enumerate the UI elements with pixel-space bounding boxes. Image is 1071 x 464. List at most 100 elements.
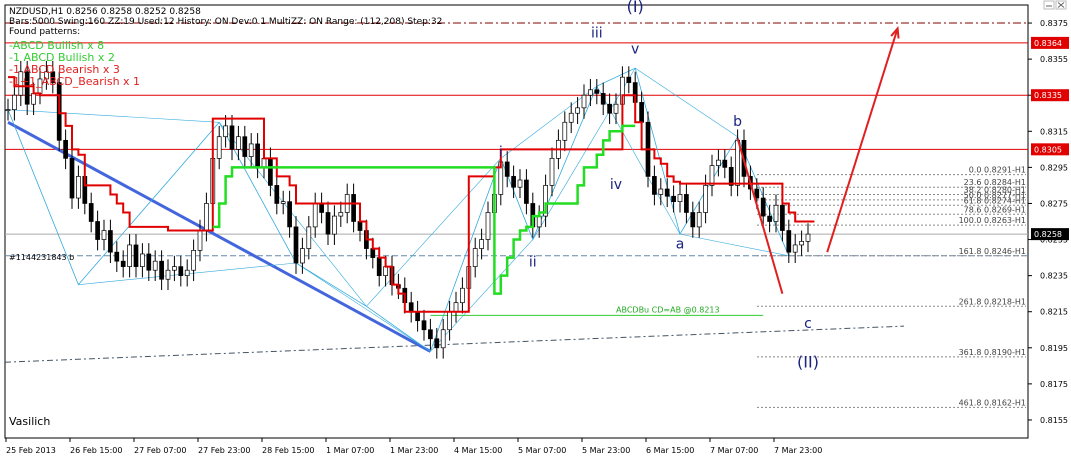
fib-label: 261.8 0.8218-H1 — [959, 297, 1026, 306]
candle-body — [626, 76, 632, 83]
candle-body — [722, 159, 728, 168]
price-chart[interactable]: 0.0 0.8291-H123.6 0.8284-H138.2 0.8280-H… — [0, 0, 1071, 460]
candle-body — [178, 266, 184, 276]
candle-body — [805, 233, 811, 242]
candle-body — [421, 320, 427, 331]
candle-body — [306, 226, 312, 249]
candle-body — [600, 93, 606, 105]
candle-body — [216, 136, 222, 159]
y-tick-label: 0.8175 — [1040, 380, 1068, 389]
candle-body — [127, 244, 132, 267]
y-tick-label: 0.8315 — [1040, 127, 1068, 136]
fib-label: 361.8 0.8190-H1 — [959, 348, 1026, 357]
candle-body — [709, 165, 715, 186]
candle-body — [696, 212, 702, 228]
candle-body — [671, 195, 676, 203]
x-tick-label: 7 Mar 23:00 — [774, 446, 822, 455]
candle-body — [760, 197, 766, 217]
x-tick-label: 1 Mar 07:00 — [326, 446, 374, 455]
candle-body — [76, 176, 81, 199]
wave-label: (I) — [627, 0, 644, 16]
candle-body — [312, 203, 318, 228]
candle-body — [607, 103, 612, 114]
y-tick-label: 0.8295 — [1040, 163, 1068, 172]
x-tick-label: 5 Mar 23:00 — [582, 446, 630, 455]
candle-body — [799, 240, 804, 246]
candle-body — [735, 139, 740, 186]
candle-body — [5, 109, 11, 111]
candle-body — [562, 121, 568, 141]
candle-body — [31, 93, 36, 105]
price-tag-label: 0.8305 — [1034, 145, 1062, 154]
candle-body — [95, 221, 100, 240]
candle-body — [415, 311, 420, 322]
candle-body — [370, 248, 376, 258]
candle-body — [165, 269, 171, 280]
candle-body — [63, 139, 68, 159]
wave-label: iv — [610, 177, 622, 193]
candle-body — [383, 266, 388, 276]
candle-body — [223, 125, 228, 138]
candle-body — [773, 204, 779, 222]
candle-body — [485, 212, 491, 240]
candle-body — [536, 215, 542, 228]
settings-info: Bars:5000 Swing:160 ZZ:19 Used:12 Histor… — [9, 17, 442, 27]
candle-body — [594, 89, 600, 94]
y-tick-label: 0.8235 — [1040, 272, 1068, 281]
fib-label: 0.0 0.8291-H1 — [969, 166, 1026, 175]
candle-body — [300, 248, 305, 264]
y-tick-label: 0.8275 — [1040, 199, 1068, 208]
candle-body — [460, 287, 465, 304]
candle-body — [261, 158, 267, 168]
x-tick-label: 6 Mar 15:00 — [646, 446, 694, 455]
candle-body — [786, 230, 792, 253]
candle-body — [588, 89, 593, 96]
x-tick-label: 5 Mar 07:00 — [518, 446, 566, 455]
wave-label: v — [631, 42, 639, 58]
y-tick-label: 0.8355 — [1040, 55, 1068, 64]
candle-body — [191, 250, 196, 271]
x-tick-label: 26 Feb 15:00 — [70, 446, 122, 455]
candle-body — [152, 260, 158, 271]
wave-label: (II) — [797, 353, 819, 372]
candle-body — [767, 215, 772, 222]
candle-body — [684, 194, 689, 213]
price-tag-label: 0.8364 — [1034, 39, 1062, 48]
candle-body — [440, 329, 446, 349]
candle-body — [453, 302, 459, 313]
candle-body — [511, 176, 516, 188]
fib-label: 100.0 0.8263-H1 — [959, 216, 1026, 225]
candle-body — [376, 257, 382, 276]
x-tick-label: 27 Feb 23:00 — [198, 446, 250, 455]
candle-body — [716, 159, 721, 166]
candle-body — [197, 230, 203, 251]
candle-body — [472, 248, 478, 267]
candle-body — [101, 230, 107, 240]
candle-body — [677, 194, 683, 203]
minimize-icon[interactable] — [1043, 0, 1055, 10]
candle-body — [479, 239, 484, 249]
patterns-title: Found patterns: — [9, 27, 80, 37]
candle-body — [172, 266, 177, 271]
y-tick-label: 0.8195 — [1040, 344, 1068, 353]
abcd-label: ABCDBu CD=AB @0.8213 — [616, 305, 720, 314]
candle-body — [229, 125, 235, 150]
candle-body — [780, 204, 785, 231]
wave-label: ii — [529, 255, 537, 271]
candle-body — [204, 203, 209, 231]
price-tag-label: 0.8258 — [1034, 230, 1062, 239]
candle-body — [242, 136, 248, 157]
candle-body — [140, 253, 145, 267]
candle-body — [549, 158, 555, 186]
wave-label: c — [804, 316, 812, 332]
candle-body — [338, 212, 344, 217]
candle-body — [184, 269, 190, 276]
candle-body — [581, 94, 587, 109]
candle-body — [69, 158, 75, 199]
candle-body — [236, 136, 241, 150]
candle-body — [703, 185, 708, 213]
symbol-info: NZDUSD,H1 0.8256 0.8258 0.8252 0.8258 — [9, 7, 201, 17]
wave-label: b — [733, 114, 742, 130]
marker-label: #1144231843 b — [9, 253, 74, 262]
candle-body — [428, 329, 433, 340]
